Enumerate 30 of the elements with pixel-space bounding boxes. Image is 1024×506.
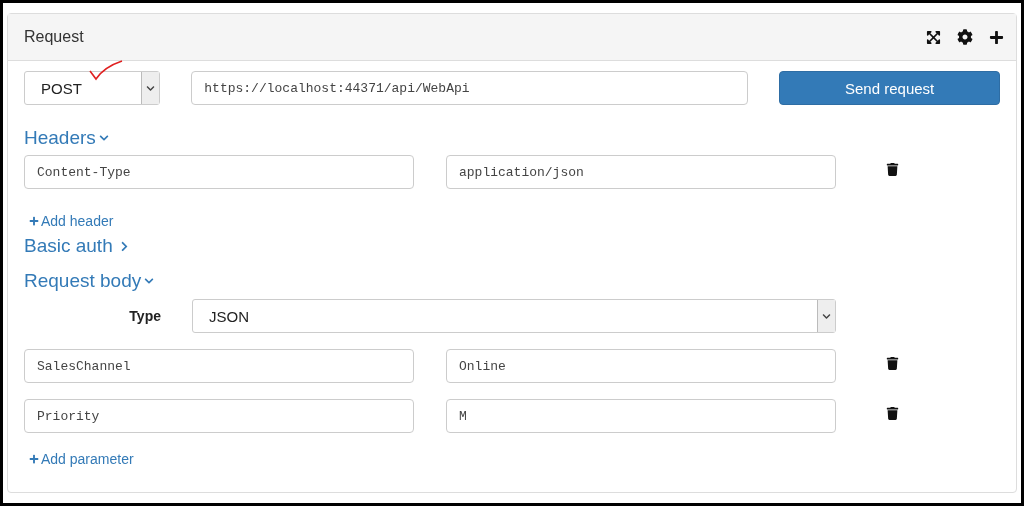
key-field[interactable]: Priority <box>24 399 414 433</box>
settings-icon[interactable] <box>957 29 973 45</box>
check-mark-icon <box>88 59 124 81</box>
add-parameter-link[interactable]: Add parameter <box>29 451 134 467</box>
basic-auth-toggle[interactable]: Basic auth <box>24 235 130 257</box>
send-request-button[interactable]: Send request <box>779 71 1000 105</box>
trash-icon[interactable] <box>886 356 899 370</box>
key-field[interactable]: SalesChannel <box>24 349 414 383</box>
value-field[interactable]: Online <box>446 349 836 383</box>
request-body-toggle[interactable]: Request body <box>24 270 155 292</box>
method-select[interactable]: POST <box>24 71 161 105</box>
value-field[interactable]: application/json <box>446 155 836 189</box>
expand-icon[interactable] <box>926 29 941 45</box>
caret-icon <box>146 83 156 93</box>
headers-toggle[interactable]: Headers <box>24 127 109 149</box>
add-header-link[interactable]: Add header <box>29 213 114 229</box>
value-field[interactable]: M <box>446 399 836 433</box>
type-select[interactable]: JSON <box>192 299 836 333</box>
caret-icon <box>822 311 831 321</box>
type-label: Type <box>128 308 161 324</box>
plus-icon <box>29 216 39 226</box>
trash-icon[interactable] <box>886 406 899 420</box>
url-field[interactable]: https://localhost:44371/api/WebApi <box>191 71 749 105</box>
panel-title: Request <box>24 28 85 46</box>
chevron-down-icon <box>98 133 109 143</box>
trash-icon[interactable] <box>886 162 899 176</box>
key-field[interactable]: Content-Type <box>24 155 414 189</box>
chevron-down-icon <box>144 276 155 286</box>
plus-icon[interactable] <box>989 29 1004 45</box>
plus-icon <box>29 454 39 464</box>
